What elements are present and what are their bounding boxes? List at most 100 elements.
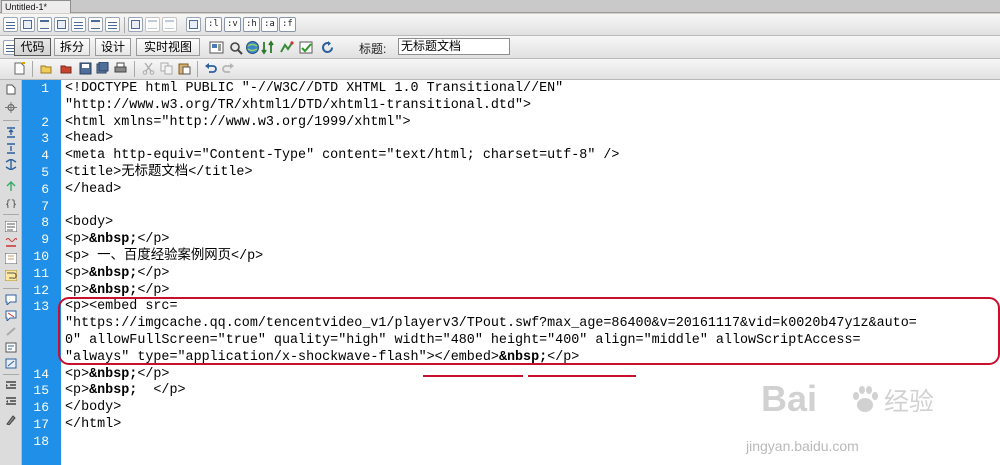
outdent-code-icon[interactable] <box>5 396 17 407</box>
code-line[interactable]: <html xmlns="http://www.w3.org/1999/xhtm… <box>65 115 411 131</box>
split-view-button[interactable]: 拆分 <box>54 38 90 56</box>
code-line[interactable]: "http://www.w3.org/TR/xhtml1/DTD/xhtml1-… <box>65 98 531 114</box>
line-number: 4 <box>41 148 49 163</box>
document-tab-bar: Untitled-1* <box>0 0 1000 13</box>
div-icon[interactable] <box>128 17 143 32</box>
undo-icon[interactable] <box>204 62 217 75</box>
open-documents-icon[interactable] <box>5 84 17 95</box>
toolbar-divider <box>134 61 135 77</box>
form-icon[interactable] <box>88 17 103 32</box>
highlight-annotation-box <box>58 297 1000 365</box>
print-icon[interactable] <box>114 62 127 75</box>
document-tab[interactable]: Untitled-1* <box>1 0 71 13</box>
layer-icon[interactable] <box>37 17 52 32</box>
move-css-icon[interactable] <box>5 358 17 369</box>
toolbar-text-button[interactable]: :a <box>261 17 278 32</box>
coding-toolbar: {} <box>0 80 22 465</box>
design-view-button[interactable]: 设计 <box>95 38 131 56</box>
recent-snippets-icon[interactable] <box>5 342 17 353</box>
code-view-button[interactable]: 代码 <box>14 38 51 56</box>
line-numbers-icon[interactable] <box>5 221 17 232</box>
code-line[interactable]: </html> <box>65 417 121 433</box>
line-number: 7 <box>41 199 49 214</box>
toolbar-text-button[interactable]: :f <box>279 17 296 32</box>
image-icon[interactable] <box>20 17 35 32</box>
code-line[interactable]: </head> <box>65 182 121 198</box>
toolbar-divider <box>124 17 125 33</box>
show-code-navigator-icon[interactable] <box>5 102 17 113</box>
code-line[interactable]: <!DOCTYPE html PUBLIC "-//W3C//DTD XHTML… <box>65 81 563 97</box>
open-icon[interactable] <box>40 62 53 75</box>
save-icon[interactable] <box>79 62 92 75</box>
toolbar-text-button[interactable]: :h <box>243 17 260 32</box>
live-code-icon[interactable] <box>209 40 224 55</box>
watermark-brand: Bai <box>761 378 818 419</box>
browse-icon[interactable] <box>60 62 73 75</box>
toolbar-divider <box>3 120 19 121</box>
paw-icon <box>853 386 878 412</box>
toolbar-divider <box>3 288 19 289</box>
code-line[interactable]: <p>&nbsp; </p> <box>65 383 186 399</box>
code-line[interactable]: <p> 一、百度经验案例网页</p> <box>65 249 263 265</box>
line-number: 12 <box>33 283 49 298</box>
code-line[interactable]: <title>无标题文档</title> <box>65 165 253 181</box>
code-line[interactable]: <meta http-equiv="Content-Type" content=… <box>65 148 619 164</box>
line-number: 5 <box>41 165 49 180</box>
line-number: 15 <box>33 383 49 398</box>
code-line[interactable]: <p>&nbsp;</p> <box>65 232 169 248</box>
toolbar-divider <box>32 61 33 77</box>
balance-braces-icon[interactable]: {} <box>5 197 17 208</box>
globe-icon[interactable] <box>245 40 260 55</box>
inspect-icon[interactable] <box>229 40 244 55</box>
save-all-icon[interactable] <box>96 62 109 75</box>
frame-icon[interactable] <box>71 17 86 32</box>
line-number: 10 <box>33 249 49 264</box>
width-underline-annotation <box>423 375 523 377</box>
syntax-error-icon[interactable] <box>5 253 17 264</box>
height-underline-annotation <box>528 375 636 377</box>
line-number: 11 <box>33 266 49 281</box>
select-parent-tag-icon[interactable] <box>5 181 17 192</box>
media-icon[interactable] <box>54 17 69 32</box>
code-line[interactable]: <p>&nbsp;</p> <box>65 266 169 282</box>
baidu-watermark-logo: Bai 经验 <box>761 378 951 430</box>
collapse-selection-icon[interactable] <box>5 143 17 154</box>
code-line[interactable]: <body> <box>65 215 113 231</box>
format-source-icon[interactable] <box>5 414 17 425</box>
code-line[interactable]: <head> <box>65 131 113 147</box>
highlight-invalid-icon[interactable] <box>5 237 17 248</box>
expand-all-icon[interactable] <box>5 159 17 170</box>
toolbar-divider <box>3 214 19 215</box>
word-wrap-icon[interactable] <box>5 270 17 281</box>
template-icon[interactable] <box>186 17 201 32</box>
line-number: 8 <box>41 215 49 230</box>
title-input[interactable]: 无标题文档 <box>398 38 510 55</box>
line-number: 2 <box>41 115 49 130</box>
text-icon <box>145 17 160 32</box>
remove-comment-icon[interactable] <box>5 310 17 321</box>
toolbar-text-button[interactable]: :v <box>224 17 241 32</box>
line-number: 16 <box>33 400 49 415</box>
code-line[interactable]: </body> <box>65 400 121 416</box>
toolbar-text-button[interactable]: :l <box>205 17 222 32</box>
live-view-button[interactable]: 实时视图 <box>136 38 200 56</box>
redo-icon <box>222 63 234 73</box>
grid-icon[interactable] <box>105 17 120 32</box>
new-document-icon[interactable] <box>13 62 26 75</box>
svg-text:{}: {} <box>5 199 17 208</box>
validate-icon[interactable] <box>299 40 314 55</box>
code-line[interactable]: <p>&nbsp;</p> <box>65 367 169 383</box>
watermark-url: jingyan.baidu.com <box>746 438 859 454</box>
line-number-gutter: 1 2 3 4 5 6 7 8 9 10 11 12 13 14 15 16 17 18 <box>22 80 61 465</box>
line-number: 6 <box>41 182 49 197</box>
indent-code-icon[interactable] <box>5 380 17 391</box>
file-management-icon[interactable] <box>261 40 276 55</box>
paste-icon[interactable] <box>178 62 191 75</box>
apply-comment-icon[interactable] <box>5 294 17 305</box>
preview-icon[interactable] <box>279 40 294 55</box>
table-icon[interactable] <box>3 17 18 32</box>
font-icon <box>162 17 177 32</box>
collapse-tag-icon[interactable] <box>5 127 17 138</box>
cut-icon <box>142 62 155 75</box>
refresh-icon[interactable] <box>320 40 335 55</box>
